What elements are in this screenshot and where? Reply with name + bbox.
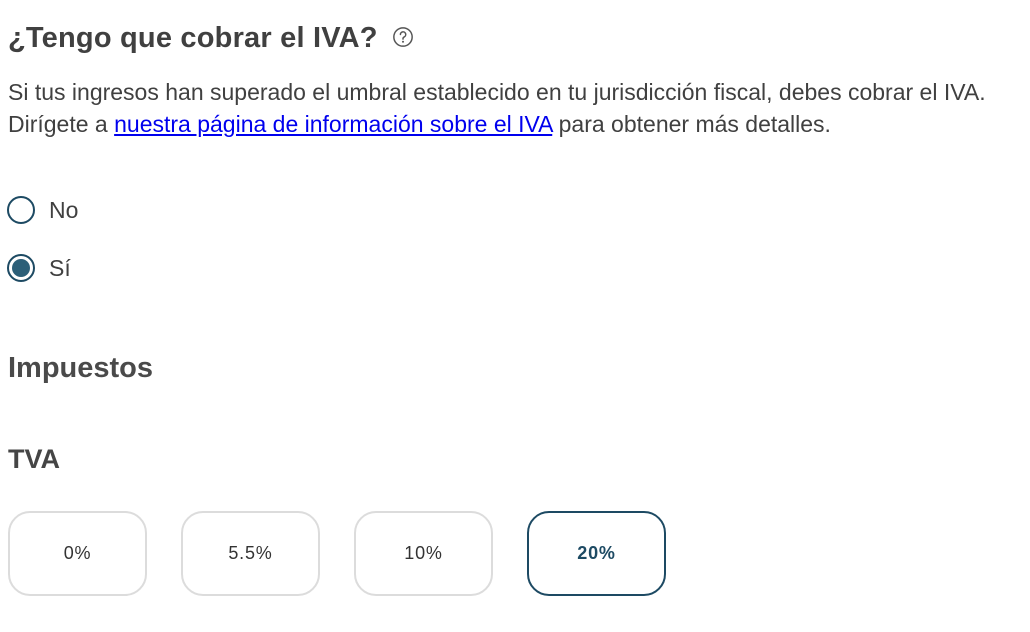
question-header: ¿Tengo que cobrar el IVA? bbox=[8, 22, 414, 55]
rate-button-5-5[interactable]: 5.5% bbox=[181, 511, 320, 596]
vat-info-link[interactable]: nuestra página de información sobre el I… bbox=[114, 111, 552, 137]
question-circle-icon[interactable] bbox=[392, 26, 414, 48]
question-title: ¿Tengo que cobrar el IVA? bbox=[8, 22, 378, 54]
radio-option-si[interactable]: Sí bbox=[7, 254, 71, 282]
tax-name-label: TVA bbox=[8, 444, 60, 474]
rate-button-0[interactable]: 0% bbox=[8, 511, 147, 596]
radio-button-no[interactable] bbox=[7, 196, 35, 224]
vat-settings-panel: ¿Tengo que cobrar el IVA? Si tus ingreso… bbox=[0, 0, 1030, 632]
rate-button-10[interactable]: 10% bbox=[354, 511, 493, 596]
radio-option-no[interactable]: No bbox=[7, 196, 78, 224]
radio-selected-dot bbox=[12, 259, 30, 277]
radio-label-si: Sí bbox=[49, 254, 71, 281]
taxes-section-title: Impuestos bbox=[8, 352, 154, 384]
description-text-end: para obtener más detalles. bbox=[552, 111, 831, 137]
radio-button-si[interactable] bbox=[7, 254, 35, 282]
question-description: Si tus ingresos han superado el umbral e… bbox=[8, 76, 1018, 140]
tax-rate-options: 0% 5.5% 10% 20% bbox=[8, 511, 666, 596]
rate-button-20[interactable]: 20% bbox=[527, 511, 666, 596]
radio-label-no: No bbox=[49, 196, 79, 223]
